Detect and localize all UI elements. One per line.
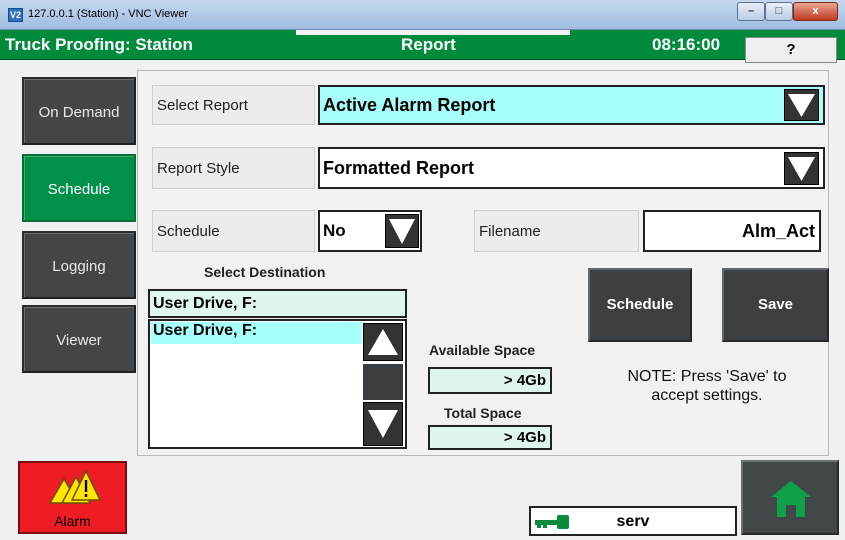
report-style-dropdown[interactable]: Formatted Report (318, 147, 825, 189)
select-report-label: Select Report (152, 85, 315, 125)
chevron-down-icon (788, 157, 815, 181)
nav-schedule[interactable]: Schedule (22, 154, 136, 222)
select-report-dropdown[interactable]: Active Alarm Report (318, 85, 825, 125)
destination-selected-value: User Drive, F: (153, 294, 258, 312)
window-title: 127.0.0.1 (Station) - VNC Viewer (28, 8, 188, 20)
help-button[interactable]: ? (745, 37, 837, 63)
user-name: serv (616, 513, 650, 530)
app-title: Truck Proofing: Station (5, 35, 193, 54)
save-note: NOTE: Press 'Save' to accept settings. (572, 367, 842, 405)
schedule-dropdown-arrow[interactable] (385, 214, 419, 248)
warning-icon (48, 469, 102, 504)
available-space-value: > 4Gb (428, 367, 552, 394)
screen-title: Report (401, 35, 456, 54)
select-destination-heading: Select Destination (204, 264, 326, 280)
scroll-down-button[interactable] (363, 402, 403, 446)
scroll-thumb[interactable] (363, 364, 403, 400)
select-report-dropdown-arrow[interactable] (784, 89, 819, 121)
report-style-label: Report Style (152, 147, 315, 189)
minimize-button[interactable]: – (737, 2, 765, 21)
filename-label: Filename (474, 210, 639, 252)
schedule-value: No (323, 221, 346, 240)
save-note-line-2: accept settings. (651, 387, 763, 404)
home-button[interactable] (741, 460, 839, 535)
select-report-value: Active Alarm Report (323, 94, 496, 115)
save-note-line-1: NOTE: Press 'Save' to (627, 368, 787, 385)
scroll-up-button[interactable] (363, 323, 403, 361)
schedule-label: Schedule (152, 210, 315, 252)
maximize-button[interactable]: □ (765, 2, 793, 21)
nav-on-demand[interactable]: On Demand (22, 77, 136, 145)
chevron-up-icon (368, 329, 398, 355)
alarm-label: Alarm (54, 513, 91, 529)
nav-logging[interactable]: Logging (22, 231, 136, 299)
filename-value: Alm_Act (741, 220, 815, 241)
user-bar: serv (529, 506, 737, 536)
home-icon (771, 481, 811, 517)
nav-viewer[interactable]: Viewer (22, 305, 136, 373)
vnc-app-icon: V2 (8, 8, 23, 22)
report-style-dropdown-arrow[interactable] (784, 152, 819, 185)
destination-selected: User Drive, F: (148, 289, 407, 318)
total-space-label: Total Space (444, 405, 522, 421)
close-window-button[interactable]: x (793, 2, 838, 21)
clock: 08:16:00 (652, 35, 721, 54)
available-space-label: Available Space (429, 342, 536, 358)
chevron-down-icon (368, 410, 398, 438)
total-space-value: > 4Gb (428, 425, 552, 450)
chevron-down-icon (389, 219, 415, 244)
save-button[interactable]: Save (722, 268, 829, 342)
filename-input[interactable]: Alm_Act (643, 210, 821, 252)
report-style-value: Formatted Report (323, 157, 475, 178)
alarm-button[interactable]: Alarm (18, 461, 127, 534)
chevron-down-icon (788, 94, 815, 117)
list-item[interactable]: User Drive, F: (151, 322, 362, 344)
schedule-button[interactable]: Schedule (588, 268, 692, 342)
